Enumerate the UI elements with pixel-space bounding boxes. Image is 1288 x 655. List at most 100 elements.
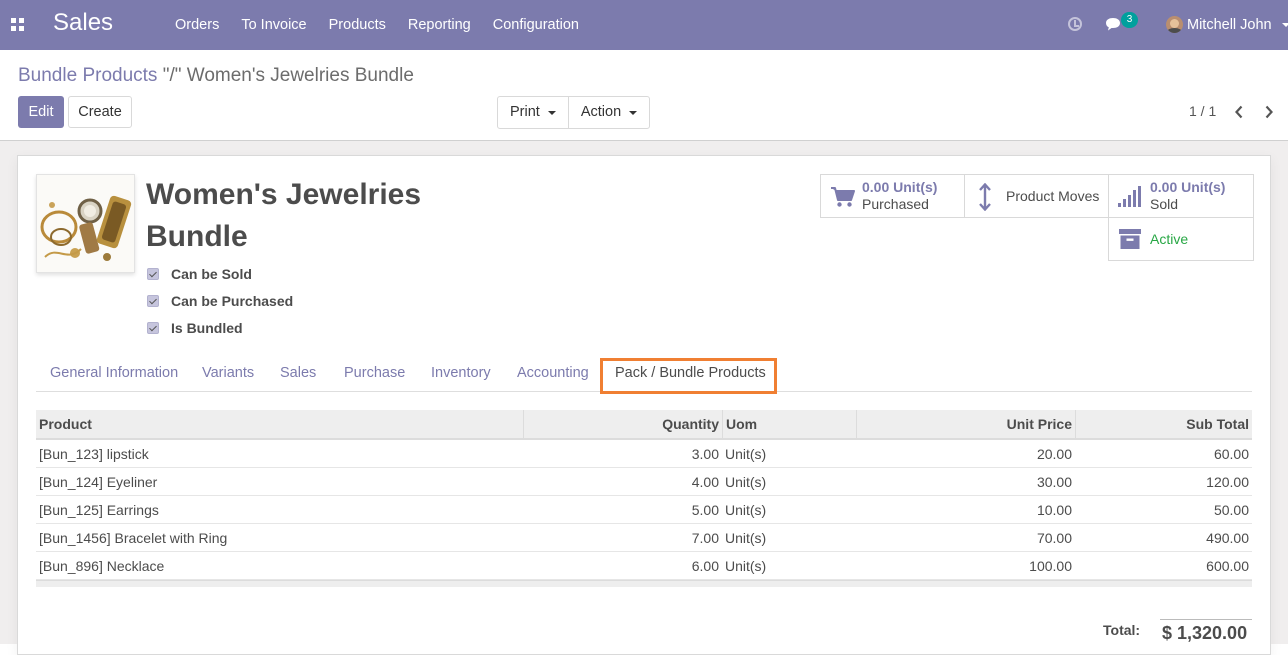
tab-accounting[interactable]: Accounting [517, 355, 589, 392]
table-row[interactable]: [Bun_896] Necklace 6.00 Unit(s) 100.00 6… [36, 552, 1252, 580]
bundle-products-table: Product Quantity Uom Unit Price Sub Tota… [36, 410, 1252, 587]
edit-button[interactable]: Edit [18, 96, 64, 128]
cell-unit-price: 70.00 [1036, 530, 1072, 546]
caret-down-icon [629, 110, 638, 115]
app-brand[interactable]: Sales [53, 9, 113, 37]
breadcrumb: Bundle Products "/" Women's Jewelries Bu… [18, 65, 414, 87]
main-menu: Orders To Invoice Products Reporting Con… [164, 0, 590, 50]
table-row[interactable]: [Bun_125] Earrings 5.00 Unit(s) 10.00 50… [36, 496, 1252, 524]
sold-value: 0.00 Unit(s) [1150, 179, 1226, 195]
cell-sub-total: 50.00 [1213, 502, 1249, 518]
column-header-quantity[interactable]: Quantity [523, 410, 722, 440]
product-name[interactable]: Women's Jewelries Bundle [146, 174, 446, 258]
chat-icon[interactable] [1105, 17, 1122, 31]
purchased-value: 0.00 Unit(s) [862, 179, 938, 195]
table-footer [36, 580, 1252, 587]
action-label: Action [580, 104, 622, 120]
cell-product: [Bun_124] Eyeliner [39, 474, 158, 490]
can-be-sold-field: Can be Sold [147, 266, 252, 282]
cell-unit-price: 10.00 [1036, 502, 1072, 518]
pager-previous-icon[interactable] [1234, 105, 1244, 119]
is-bundled-field: Is Bundled [147, 320, 243, 336]
chat-count-badge: 3 [1121, 12, 1138, 28]
menu-configuration[interactable]: Configuration [482, 0, 590, 50]
product-image[interactable] [36, 174, 135, 273]
user-avatar[interactable] [1166, 16, 1183, 33]
cell-product: [Bun_896] Necklace [39, 558, 165, 574]
user-caret-icon[interactable] [1282, 23, 1288, 27]
cell-quantity: 5.00 [691, 502, 719, 518]
activity-clock-icon[interactable] [1068, 17, 1082, 31]
pager-next-icon[interactable] [1264, 105, 1274, 119]
tab-pack-bundle-products[interactable]: Pack / Bundle Products [615, 355, 766, 392]
caret-down-icon [547, 110, 556, 115]
menu-reporting[interactable]: Reporting [397, 0, 482, 50]
tab-sales[interactable]: Sales [280, 355, 316, 392]
cell-product: [Bun_123] lipstick [39, 446, 149, 462]
cell-uom: Unit(s) [725, 558, 767, 574]
total-divider [1160, 619, 1252, 620]
sold-label: Sold [1150, 196, 1179, 212]
tab-variants[interactable]: Variants [202, 355, 254, 392]
table-row[interactable]: [Bun_124] Eyeliner 4.00 Unit(s) 30.00 12… [36, 468, 1252, 496]
table-header: Product Quantity Uom Unit Price Sub Tota… [36, 410, 1252, 440]
active-label: Active [1150, 231, 1189, 247]
print-label: Print [510, 104, 540, 120]
sold-smart-button[interactable]: 0.00 Unit(s) Sold [1108, 174, 1254, 218]
cell-unit-price: 100.00 [1029, 558, 1072, 574]
total-value: $ 1,320.00 [1162, 623, 1248, 643]
cell-unit-price: 30.00 [1036, 474, 1072, 490]
cell-sub-total: 490.00 [1206, 530, 1249, 546]
top-navbar: Sales Orders To Invoice Products Reporti… [0, 0, 1288, 50]
create-button[interactable]: Create [68, 96, 132, 128]
can-be-purchased-label: Can be Purchased [171, 293, 294, 309]
breadcrumb-parent[interactable]: Bundle Products [18, 65, 157, 86]
can-be-sold-label: Can be Sold [171, 266, 252, 282]
cell-uom: Unit(s) [725, 530, 767, 546]
column-header-sub-total[interactable]: Sub Total [1075, 410, 1252, 440]
total-label: Total: [1103, 622, 1141, 638]
is-bundled-checkbox[interactable] [147, 322, 159, 334]
table-row[interactable]: [Bun_123] lipstick 3.00 Unit(s) 20.00 60… [36, 440, 1252, 468]
table-row[interactable]: [Bun_1456] Bracelet with Ring 7.00 Unit(… [36, 524, 1252, 552]
signal-bars-icon [1118, 186, 1141, 207]
column-header-uom[interactable]: Uom [722, 410, 856, 440]
tab-general-information[interactable]: General Information [50, 355, 178, 392]
tab-purchase[interactable]: Purchase [344, 355, 405, 392]
apps-menu-icon[interactable] [11, 18, 24, 31]
can-be-sold-checkbox[interactable] [147, 268, 159, 280]
archive-box-icon [1119, 229, 1141, 249]
cell-quantity: 3.00 [691, 446, 719, 462]
purchased-label: Purchased [862, 196, 929, 212]
can-be-purchased-field: Can be Purchased [147, 293, 294, 309]
cell-quantity: 7.00 [691, 530, 719, 546]
product-moves-label: Product Moves [1006, 188, 1100, 204]
is-bundled-label: Is Bundled [171, 320, 243, 336]
column-header-unit-price[interactable]: Unit Price [856, 410, 1075, 440]
shopping-cart-icon [831, 187, 855, 207]
menu-orders[interactable]: Orders [164, 0, 230, 50]
cell-uom: Unit(s) [725, 446, 767, 462]
jewelry-photo [37, 175, 134, 272]
product-moves-smart-button[interactable]: Product Moves [964, 174, 1109, 218]
notebook-tabs: General Information Variants Sales Purch… [36, 355, 1252, 392]
cell-sub-total: 600.00 [1206, 558, 1249, 574]
column-header-product[interactable]: Product [36, 410, 523, 440]
sidebar-actions: Print Action [497, 96, 651, 129]
active-toggle-button[interactable]: Active [1108, 217, 1254, 261]
action-dropdown[interactable]: Action [567, 97, 649, 128]
breadcrumb-current: "/" Women's Jewelries Bundle [162, 65, 414, 86]
menu-to-invoice[interactable]: To Invoice [230, 0, 317, 50]
pager-value[interactable]: 1 / 1 [1189, 103, 1216, 119]
cell-sub-total: 60.00 [1213, 446, 1249, 462]
can-be-purchased-checkbox[interactable] [147, 295, 159, 307]
cell-sub-total: 120.00 [1206, 474, 1249, 490]
cell-quantity: 6.00 [691, 558, 719, 574]
purchased-smart-button[interactable]: 0.00 Unit(s) Purchased [820, 174, 965, 218]
tab-inventory[interactable]: Inventory [431, 355, 491, 392]
user-menu[interactable]: Mitchell John [1187, 0, 1272, 50]
cell-quantity: 4.00 [691, 474, 719, 490]
print-dropdown[interactable]: Print [498, 97, 568, 128]
menu-products[interactable]: Products [318, 0, 397, 50]
cell-uom: Unit(s) [725, 502, 767, 518]
